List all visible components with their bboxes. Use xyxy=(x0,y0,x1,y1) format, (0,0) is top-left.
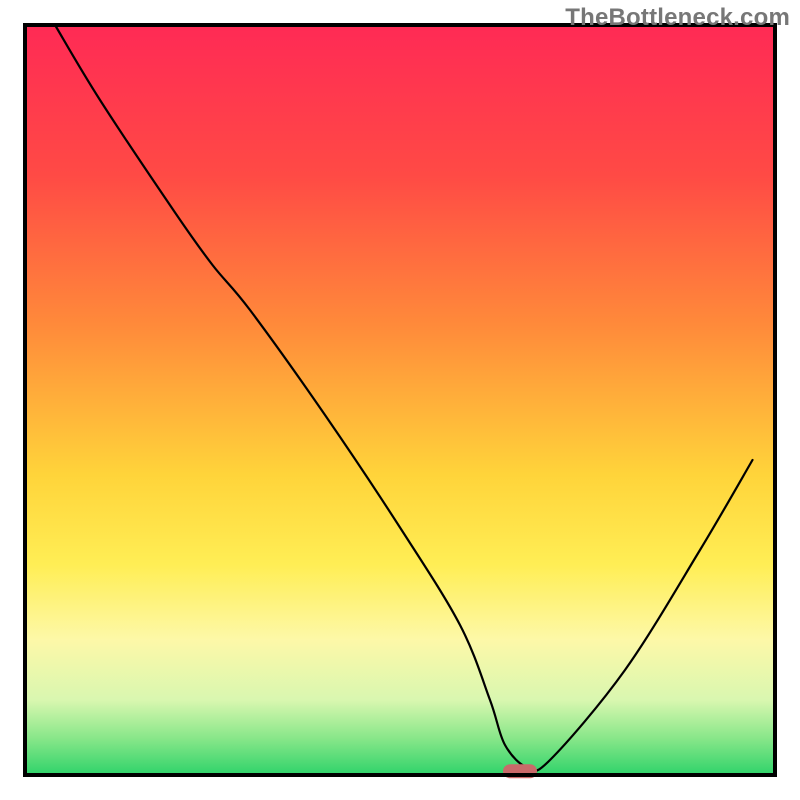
watermark-text: TheBottleneck.com xyxy=(565,4,790,32)
plot-background xyxy=(25,25,775,775)
chart-container: { "watermark": "TheBottleneck.com", "cha… xyxy=(0,0,800,800)
bottleneck-chart xyxy=(0,0,800,800)
